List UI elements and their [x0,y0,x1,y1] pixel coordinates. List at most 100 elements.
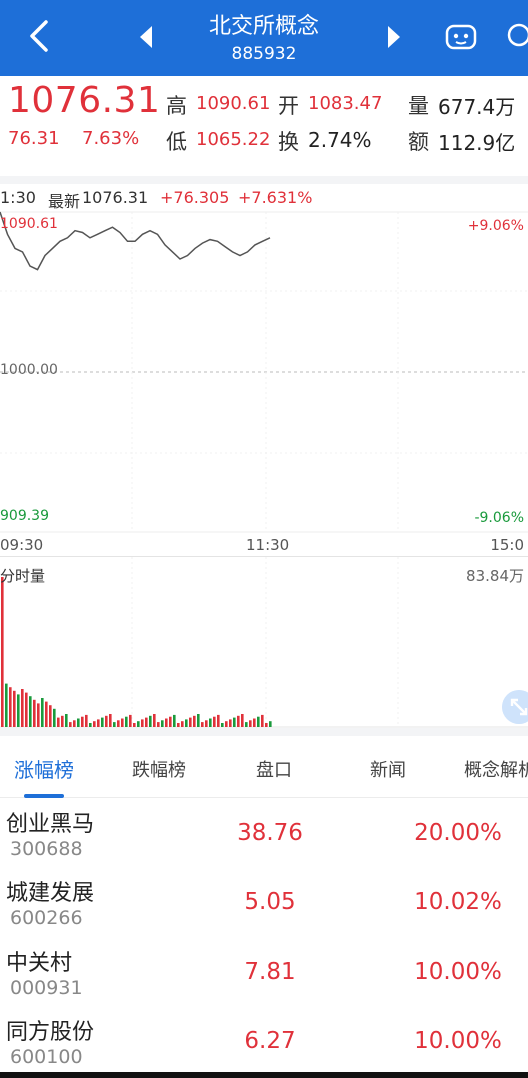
low-label: 低 [166,130,187,154]
open-label: 开 [278,94,299,118]
volume-bar [241,714,244,727]
volume-bar [205,720,208,727]
time-axis: 09:30 11:30 15:0 [0,534,528,556]
tab-bar: 涨幅榜 跌幅榜 盘口 新闻 概念解析 [0,728,528,798]
volume-bar [217,714,220,727]
volume-bar [29,696,32,727]
stock-change-pct: 10.00% [414,1028,502,1054]
table-row[interactable]: 城建发展 600266 5.05 10.02% [0,869,528,939]
latest-value: 1076.31 [82,188,149,207]
volume-bar [81,716,84,727]
volume-bar [141,719,144,727]
volume-max: 83.84万 [466,567,524,585]
stock-code: 300688 [10,838,83,860]
table-row[interactable]: 中关村 000931 7.81 10.00% [0,939,528,1009]
volume-bar [193,715,196,727]
volume-bar [69,722,72,727]
tab-orderbook[interactable]: 盘口 [256,756,292,782]
stock-change-pct: 10.00% [414,959,502,985]
intraday-chart[interactable]: 1090.61 +9.06% 1000.00 909.39 -9.06% [0,210,528,535]
low-value: 1065.22 [196,129,271,150]
table-row[interactable]: 同方股份 600100 6.27 10.00% [0,1008,528,1078]
lower-pct-label: -9.06% [474,510,524,526]
volume-bar [117,720,120,727]
volume-bar [49,705,52,727]
volume-bar [121,718,124,727]
tab-news[interactable]: 新闻 [370,756,406,782]
app-header: 北交所概念 885932 [0,0,528,76]
last-price: 1076.31 [8,80,161,121]
volume-bar [101,717,104,727]
volume-bar [57,717,60,727]
turnover-value: 2.74% [308,128,372,152]
volume-bar [221,723,224,727]
volume-bar [149,715,152,727]
upper-price-label: 1090.61 [0,216,58,232]
volume-bar [41,698,44,727]
volume-bar [269,721,272,727]
price-change-pct: 7.63% [82,128,140,149]
volume-bar [65,714,68,727]
volume-bar [17,694,20,727]
stock-code: 000931 [10,977,83,999]
stock-code: 600100 [10,1046,83,1068]
volume-bar [209,718,212,727]
divider [0,176,528,184]
volume-bar [25,692,28,727]
volume-bar [237,715,240,727]
active-tab-indicator [24,794,64,798]
volume-bar [77,718,80,727]
volume-bar [265,723,268,727]
volume-bar [249,720,252,727]
amount-value: 112.9亿 [438,131,516,155]
stock-name: 中关村 [6,951,73,976]
volume-bar [109,714,112,727]
volume-chart-svg [0,557,528,728]
price-chart-svg [0,211,528,533]
robot-icon[interactable] [444,22,478,52]
volume-title: 分时量 [0,567,46,585]
time-mid: 11:30 [246,536,290,554]
search-icon[interactable] [506,22,528,52]
tab-concept-analysis[interactable]: 概念解析 [464,756,528,782]
volume-value: 677.4万 [438,95,516,119]
stock-price: 38.76 [237,820,303,846]
tab-losers[interactable]: 跌幅榜 [132,756,186,782]
stock-code: 600266 [10,907,83,929]
volume-bar [253,718,256,727]
volume-bar [129,714,132,727]
volume-bar [105,715,108,727]
table-row[interactable]: 创业黑马 300688 38.76 20.00% [0,800,528,870]
expand-chart-icon[interactable] [502,690,528,724]
stock-price: 7.81 [244,959,296,985]
volume-bar [133,723,136,727]
turnover-label: 换 [278,130,299,154]
volume-bar [89,723,92,727]
volume-bar [53,708,56,727]
volume-bar [169,716,172,727]
volume-bar [157,722,160,727]
time-end: 15:0 [490,536,524,554]
volume-bar [173,714,176,727]
volume-chart[interactable]: 分时量 83.84万 [0,556,528,728]
volume-bar [201,722,204,727]
volume-bar [61,715,64,727]
next-stock-icon[interactable] [384,24,404,50]
volume-bar [1,577,4,727]
volume-bar [161,720,164,727]
volume-bar [125,716,128,727]
open-value: 1083.47 [308,93,383,114]
volume-bar [73,720,76,727]
high-value: 1090.61 [196,93,271,114]
volume-bar [261,714,264,727]
volume-bar [233,717,236,727]
stock-change-pct: 10.02% [414,889,502,915]
high-label: 高 [166,94,187,118]
volume-bar [13,690,16,727]
volume-bar [185,719,188,727]
volume-bar [9,687,12,727]
bottom-edge [0,1072,528,1078]
volume-bar [257,716,260,727]
volume-bar [145,717,148,727]
tab-gainers[interactable]: 涨幅榜 [14,754,74,783]
